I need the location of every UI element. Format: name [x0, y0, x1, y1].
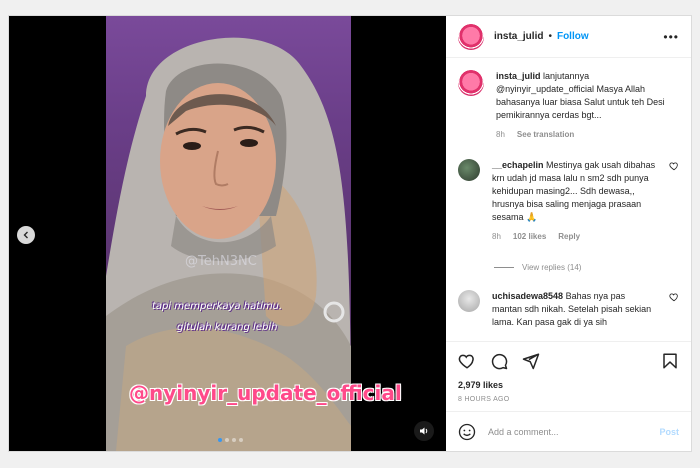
- heart-icon[interactable]: [669, 161, 679, 171]
- audio-toggle-button[interactable]: [414, 421, 434, 441]
- comment-icon[interactable]: [490, 352, 508, 370]
- post-actions: 2,979 likes 8 HOURS AGO: [446, 341, 691, 403]
- slide-dot: [232, 438, 236, 442]
- slide-dot: [225, 438, 229, 442]
- comment-row: __echapelin Mestinya gak usah dibahas kr…: [458, 159, 679, 243]
- see-translation-link[interactable]: See translation: [517, 128, 574, 141]
- post-media[interactable]: @TehN3NC tapi memperkaya hatimu. gitulah…: [9, 16, 446, 451]
- post-comment-button[interactable]: Post: [659, 427, 679, 437]
- more-options-icon[interactable]: •••: [663, 30, 679, 44]
- chevron-left-icon: [23, 231, 28, 239]
- bookmark-icon[interactable]: [661, 352, 679, 370]
- video-caption-line1: tapi memperkaya hatimu.: [152, 301, 283, 312]
- comments-section[interactable]: insta_julid lanjutannya @nyinyir_update_…: [446, 58, 691, 341]
- author-username[interactable]: insta_julid: [494, 31, 543, 42]
- view-replies-label: View replies (14): [522, 263, 582, 272]
- replies-divider: [494, 267, 514, 268]
- author-avatar[interactable]: [458, 23, 484, 50]
- share-icon[interactable]: [522, 352, 540, 370]
- follow-button[interactable]: Follow: [557, 31, 589, 42]
- video-watermark: @TehN3NC: [185, 254, 257, 269]
- commenter-avatar[interactable]: [458, 159, 480, 181]
- previous-slide-button[interactable]: [17, 226, 35, 244]
- likes-count[interactable]: 2,979 likes: [458, 380, 679, 390]
- comment-likes[interactable]: 102 likes: [513, 230, 546, 243]
- view-replies-button[interactable]: View replies (14): [494, 261, 679, 274]
- comment-input[interactable]: Add a comment...: [488, 427, 647, 437]
- comment-time: 8h: [492, 232, 501, 241]
- commenter-username[interactable]: __echapelin: [492, 160, 544, 170]
- handle-overlay: @nyinyir_update_official: [129, 381, 402, 405]
- caption-author-avatar[interactable]: [458, 70, 484, 96]
- post-card: @TehN3NC tapi memperkaya hatimu. gitulah…: [8, 15, 692, 452]
- caption-row: insta_julid lanjutannya @nyinyir_update_…: [458, 70, 679, 141]
- slide-dot: [218, 438, 222, 442]
- post-sidebar: insta_julid • Follow ••• insta_julid lan…: [446, 16, 691, 451]
- commenter-username[interactable]: uchisadewa8548: [492, 291, 563, 301]
- slide-indicator: [218, 438, 243, 442]
- post-header: insta_julid • Follow •••: [446, 16, 691, 58]
- post-timestamp: 8 HOURS AGO: [458, 396, 510, 403]
- commenter-avatar[interactable]: [458, 290, 480, 312]
- separator-dot: •: [548, 31, 552, 42]
- caption-time: 8h: [496, 130, 505, 139]
- speaker-icon: [420, 427, 428, 435]
- emoji-icon[interactable]: [458, 423, 476, 441]
- video-caption-line2: gitulah kurang lebih: [177, 322, 278, 333]
- caption-username[interactable]: insta_julid: [496, 71, 541, 81]
- like-icon[interactable]: [458, 352, 476, 370]
- heart-icon[interactable]: [669, 292, 679, 302]
- reply-button[interactable]: Reply: [558, 230, 580, 243]
- slide-dot: [239, 438, 243, 442]
- comment-row: uchisadewa8548 Bahas nya pas mantan sdh …: [458, 290, 679, 329]
- add-comment-bar: Add a comment... Post: [446, 411, 691, 451]
